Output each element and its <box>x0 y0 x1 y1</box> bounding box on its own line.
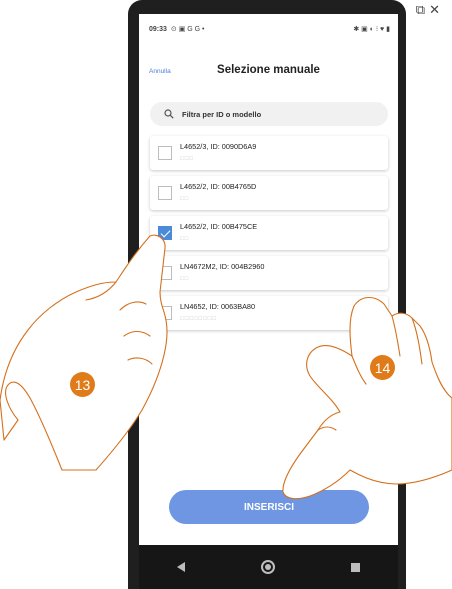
recent-apps-icon[interactable] <box>351 562 360 572</box>
status-notification-icons: ⊙ ▣ G G • <box>170 26 205 33</box>
device-sublabel: □□□□□□□□ <box>180 316 217 322</box>
insert-button[interactable]: INSERISCI <box>169 490 369 524</box>
device-label: LN4652, ID: 0063BA80 <box>180 302 256 311</box>
window-controls: ⧉ ✕ <box>416 2 440 18</box>
back-icon[interactable] <box>177 562 185 572</box>
device-sublabel: □□ <box>180 236 190 242</box>
device-list: L4652/3, ID: 0090D6A9 □□□ L4652/2, ID: 0… <box>150 136 388 336</box>
device-checkbox[interactable] <box>158 146 172 160</box>
list-item[interactable]: L4652/2, ID: 00B4765D □□ <box>150 176 388 210</box>
list-item[interactable]: LN4652, ID: 0063BA80 □□□□□□□□ <box>150 296 388 330</box>
device-checkbox[interactable] <box>158 266 172 280</box>
status-time: 09:33 <box>149 25 167 33</box>
step-badge: 13 <box>70 372 95 397</box>
home-icon[interactable] <box>261 560 275 574</box>
device-label: LN4672M2, ID: 004B2960 <box>180 262 265 271</box>
phone-screen: 09:33 ⊙ ▣ G G • ✱ ▣ ◐ ⁝ ♥ ▮ Annulla Sele… <box>139 14 398 545</box>
status-bar: 09:33 ⊙ ▣ G G • ✱ ▣ ◐ ⁝ ♥ ▮ <box>139 14 398 44</box>
tutorial-stage: ⧉ ✕ 09:33 ⊙ ▣ G G • ✱ ▣ ◐ ⁝ ♥ ▮ Annulla … <box>0 0 452 589</box>
list-item[interactable]: L4652/2, ID: 00B475CE □□ <box>150 216 388 250</box>
device-checkbox[interactable] <box>158 186 172 200</box>
device-label: L4652/3, ID: 0090D6A9 <box>180 142 257 151</box>
device-checkbox[interactable] <box>158 306 172 320</box>
list-item[interactable]: LN4672M2, ID: 004B2960 □□ <box>150 256 388 290</box>
resize-icon[interactable]: ⧉ <box>416 2 425 18</box>
device-sublabel: □□ <box>180 196 190 202</box>
search-placeholder: Filtra per ID o modello <box>182 109 262 119</box>
list-item[interactable]: L4652/3, ID: 0090D6A9 □□□ <box>150 136 388 170</box>
device-sublabel: □□□ <box>180 156 194 162</box>
status-system-icons: ✱ ▣ ◐ ⁝ ♥ ▮ <box>353 26 390 33</box>
page-title: Selezione manuale <box>217 64 320 76</box>
close-icon[interactable]: ✕ <box>429 2 440 18</box>
page-header: Annulla Selezione manuale <box>139 64 398 80</box>
device-label: L4652/2, ID: 00B4765D <box>180 182 257 191</box>
device-label: L4652/2, ID: 00B475CE <box>180 222 258 231</box>
android-nav-bar <box>139 545 398 589</box>
step-badge: 14 <box>370 355 395 380</box>
search-icon <box>164 109 174 119</box>
device-sublabel: □□ <box>180 276 190 282</box>
search-input[interactable]: Filtra per ID o modello <box>150 102 388 126</box>
device-checkbox-checked[interactable] <box>158 226 172 240</box>
